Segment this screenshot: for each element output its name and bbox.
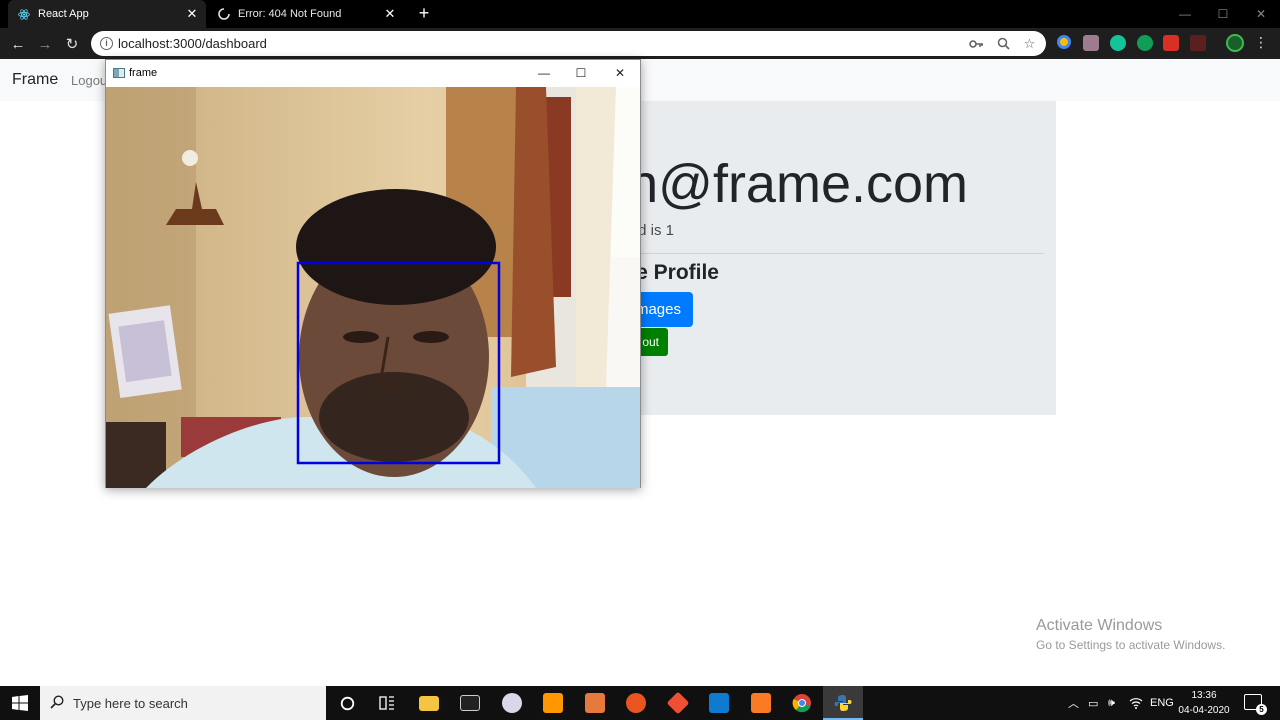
loading-spinner-icon	[218, 8, 230, 20]
tab-title: Error: 404 Not Found	[238, 8, 342, 20]
minimize-icon[interactable]: —	[1166, 0, 1204, 28]
new-tab-button[interactable]: +	[414, 4, 434, 24]
back-arrow-icon[interactable]: ←	[7, 33, 29, 55]
extension-icon[interactable]	[1083, 35, 1099, 51]
maximize-icon[interactable]: ☐	[1204, 0, 1242, 28]
browser-toolbar: ← → ↻ i localhost:3000/dashboard ☆ ⋮	[0, 28, 1280, 59]
window-title: frame	[129, 67, 158, 79]
window-app-icon	[113, 68, 125, 78]
clock-date: 04-04-2020	[1178, 705, 1230, 716]
minimize-icon[interactable]: —	[530, 63, 558, 83]
notification-center-icon[interactable]: 5	[1244, 694, 1267, 715]
close-tab-icon[interactable]: ✕	[382, 6, 398, 22]
address-bar[interactable]: i localhost:3000/dashboard ☆	[91, 31, 1046, 56]
grammarly-icon[interactable]	[1110, 35, 1126, 51]
tab-title: React App	[38, 8, 89, 20]
bookmark-star-icon[interactable]: ☆	[1021, 35, 1038, 52]
forward-arrow-icon[interactable]: →	[34, 33, 56, 55]
search-placeholder: Type here to search	[73, 696, 188, 711]
zoom-icon[interactable]	[995, 35, 1012, 52]
clock[interactable]: 13:36 04-04-2020	[1172, 688, 1236, 718]
show-hidden-icons[interactable]: ︿	[1068, 686, 1079, 720]
notification-badge: 5	[1256, 704, 1267, 715]
paint-icon[interactable]	[492, 686, 532, 720]
reload-icon[interactable]: ↻	[61, 33, 83, 55]
sublime-text-icon[interactable]	[533, 686, 573, 720]
file-explorer-icon[interactable]	[409, 686, 449, 720]
python-icon[interactable]	[823, 686, 863, 720]
watermark-subtitle: Go to Settings to activate Windows.	[1036, 638, 1226, 652]
key-icon[interactable]	[968, 35, 985, 52]
windows-taskbar: Type here to search ︿ ▭ 🕪 ENG 13:36 04-0…	[0, 686, 1280, 720]
ubuntu-icon[interactable]	[616, 686, 656, 720]
webcam-frame	[106, 87, 640, 488]
volume-icon[interactable]: 🕪	[1108, 686, 1115, 720]
react-icon	[18, 8, 30, 20]
windows-start-icon[interactable]	[0, 686, 40, 720]
extension-icon[interactable]	[1163, 35, 1179, 51]
profile-avatar[interactable]	[1226, 34, 1244, 52]
terminal-icon[interactable]	[450, 686, 490, 720]
vscode-icon[interactable]	[699, 686, 739, 720]
taskbar-search-box[interactable]: Type here to search	[40, 686, 326, 720]
window-title-bar[interactable]: frame — ☐ ✕	[106, 60, 640, 87]
webcam-image	[106, 87, 640, 488]
brackets-icon[interactable]	[575, 686, 615, 720]
xampp-icon[interactable]	[741, 686, 781, 720]
search-icon	[50, 695, 64, 709]
tab-react-app[interactable]: React App ✕	[8, 0, 206, 28]
wifi-icon[interactable]	[1129, 686, 1143, 720]
clock-time: 13:36	[1191, 690, 1217, 701]
watermark-title: Activate Windows	[1036, 617, 1163, 634]
activate-windows-watermark: Activate Windows Go to Settings to activ…	[1036, 617, 1225, 652]
extension-icon[interactable]	[1057, 35, 1071, 49]
navbar-brand[interactable]: Frame	[12, 71, 58, 89]
tab-error-404[interactable]: Error: 404 Not Found ✕	[208, 0, 404, 28]
battery-icon[interactable]: ▭	[1088, 686, 1098, 720]
browser-tab-strip: React App ✕ Error: 404 Not Found ✕ + — ☐…	[0, 0, 1280, 28]
url-text: localhost:3000/dashboard	[118, 36, 267, 51]
chrome-icon[interactable]	[782, 686, 822, 720]
task-view-icon[interactable]	[367, 686, 407, 720]
close-window-icon[interactable]: ✕	[1242, 0, 1280, 28]
git-icon[interactable]	[658, 686, 698, 720]
close-tab-icon[interactable]: ✕	[184, 6, 200, 22]
close-icon[interactable]: ✕	[606, 63, 634, 83]
opencv-frame-window[interactable]: frame — ☐ ✕	[105, 59, 641, 488]
menu-kebab-icon[interactable]: ⋮	[1254, 34, 1268, 51]
site-info-icon[interactable]: i	[100, 37, 113, 50]
cortana-icon[interactable]	[327, 686, 367, 720]
maximize-icon[interactable]: ☐	[567, 63, 595, 83]
extension-icon[interactable]	[1137, 35, 1153, 51]
extension-icon[interactable]	[1190, 35, 1206, 51]
language-indicator[interactable]: ENG	[1150, 686, 1174, 720]
